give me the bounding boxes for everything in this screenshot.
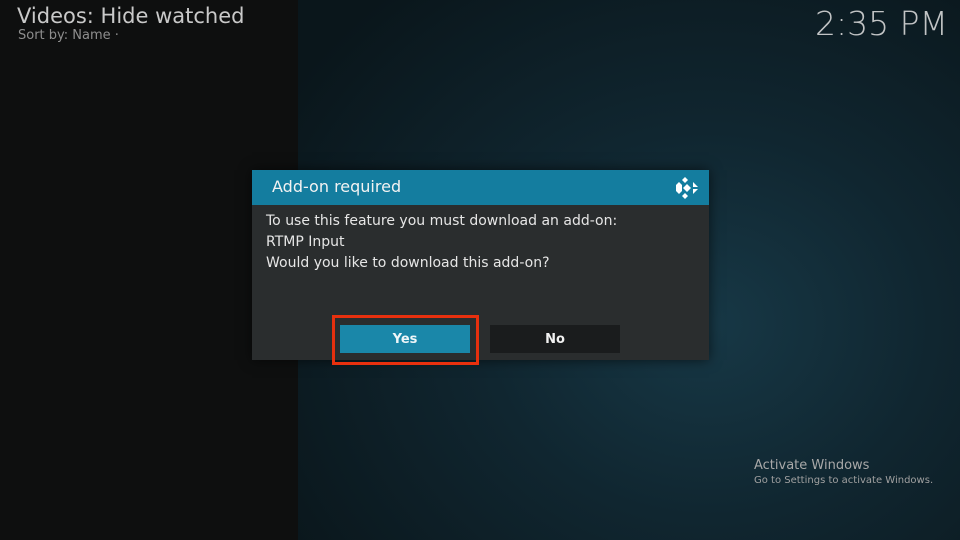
addon-required-dialog: Add-on required To use this feature you … [252, 170, 709, 360]
kodi-screen: Videos: Hide watched Sort by: Name · 2:3… [0, 0, 960, 540]
page-title: Videos: Hide watched [17, 4, 245, 28]
dialog-header: Add-on required [252, 170, 709, 205]
addon-name: RTMP Input [266, 234, 345, 250]
message-line: To use this feature you must download an… [266, 213, 618, 229]
watermark-title: Activate Windows [754, 458, 870, 473]
message-line: Would you like to download this add-on? [266, 255, 550, 271]
clock: 2:35 PM [815, 4, 948, 43]
dialog-message: To use this feature you must download an… [266, 211, 696, 274]
dialog-title: Add-on required [272, 177, 402, 196]
activate-windows-watermark: Activate Windows Go to Settings to activ… [754, 457, 933, 488]
yes-button[interactable]: Yes [340, 325, 470, 353]
sort-label[interactable]: Sort by: Name · [18, 28, 119, 43]
watermark-subtitle: Go to Settings to activate Windows. [754, 475, 934, 486]
no-button[interactable]: No [490, 325, 620, 353]
kodi-logo-icon [676, 177, 698, 199]
